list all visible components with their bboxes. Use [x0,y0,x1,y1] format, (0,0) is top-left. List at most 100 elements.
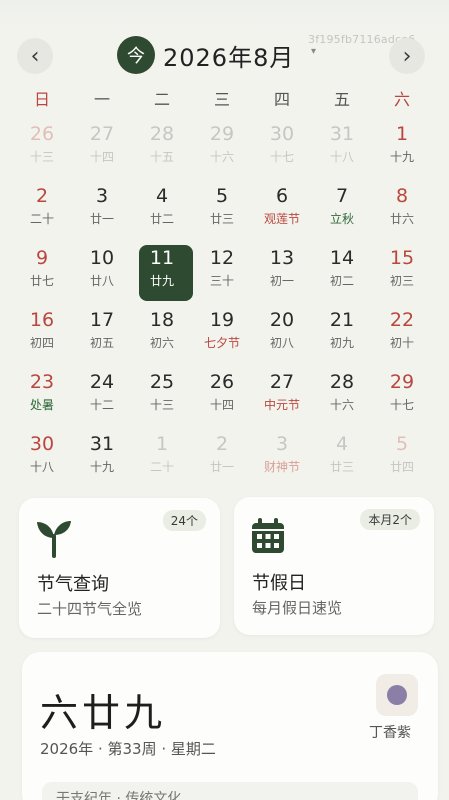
lunar-day-label: 廿二 [149,212,174,226]
day-number: 30 [29,433,55,455]
day-number: 1 [395,123,409,145]
calendar-day[interactable]: 9 廿七 [12,240,72,302]
day-number: 6 [275,185,289,207]
lunar-day-label: 初二 [329,274,354,288]
calendar-day[interactable]: 5 廿三 [192,178,252,240]
today-button[interactable]: 今 [117,36,155,74]
calendar-day[interactable]: 30 十八 [12,426,72,488]
calendar-day[interactable]: 3 财神节 [252,426,312,488]
calendar-day[interactable]: 21 初九 [312,302,372,364]
calendar-day[interactable]: 29 十七 [372,364,432,426]
calendar-day[interactable]: 6 观莲节 [252,178,312,240]
calendar-day[interactable]: 1 二十 [132,426,192,488]
daily-color-swatch[interactable] [376,674,418,716]
lunar-day-label: 廿三 [329,460,354,474]
calendar-day[interactable]: 31 十九 [72,426,132,488]
lunar-day-label: 三十 [209,274,234,288]
calendar-day[interactable]: 3 廿一 [72,178,132,240]
calendar-day[interactable]: 23 处暑 [12,364,72,426]
day-number: 2 [35,185,49,207]
day-number: 19 [209,309,235,331]
calendar-day[interactable]: 17 初五 [72,302,132,364]
day-number: 20 [269,309,295,331]
daily-color-name: 丁香紫 [369,725,411,741]
calendar-day[interactable]: 22 初十 [372,302,432,364]
calendar-day[interactable]: 28 十五 [132,116,192,178]
calendar-day[interactable]: 16 初四 [12,302,72,364]
calendar-day-selected[interactable]: 11 廿九 [132,240,193,302]
calendar-day[interactable]: 24 十二 [72,364,132,426]
calendar-day[interactable]: 25 十三 [132,364,192,426]
day-number: 1 [155,433,169,455]
day-number: 2 [215,433,229,455]
lunar-day-label: 二十 [149,460,174,474]
calendar-day[interactable]: 13 初一 [252,240,312,302]
lunar-day-label: 初五 [89,336,114,350]
calendar-day[interactable]: 4 廿二 [132,178,192,240]
lunar-day-label: 立秋 [329,212,354,226]
weekday-label: 日 [33,90,50,109]
calendar-day[interactable]: 2 廿一 [192,426,252,488]
calendar-day[interactable]: 15 初三 [372,240,432,302]
lunar-day-label: 初八 [269,336,294,350]
chevron-down-icon[interactable]: ▾ [311,46,316,57]
lunar-day-label: 二十 [29,212,54,226]
lunar-day-label: 十三 [29,150,54,164]
calendar-day[interactable]: 27 十四 [72,116,132,178]
lunar-day-label: 十七 [389,398,414,412]
day-number: 5 [215,185,229,207]
calendar-day[interactable]: 7 立秋 [312,178,372,240]
lunar-day-label: 十七 [269,150,294,164]
lunar-day-label: 初一 [269,274,294,288]
calendar-day[interactable]: 2 二十 [12,178,72,240]
calendar-day[interactable]: 31 十八 [312,116,372,178]
calendar-day[interactable]: 18 初六 [132,302,192,364]
lunar-day-label: 处暑 [29,398,54,412]
weekday-label: 一 [93,90,110,109]
day-number: 30 [269,123,295,145]
calendar-day[interactable]: 29 十六 [192,116,252,178]
lunar-day-label: 十六 [209,150,234,164]
calendar-day[interactable]: 8 廿六 [372,178,432,240]
calendar-day[interactable]: 30 十七 [252,116,312,178]
chevron-left-icon: ‹ [30,43,40,69]
culture-section[interactable]: 干支纪年 · 传统文化 [42,782,418,800]
calendar-day[interactable]: 5 廿四 [372,426,432,488]
day-number: 29 [209,123,235,145]
solar-terms-title: 节气查询 [37,574,109,595]
lunar-day-label: 廿一 [89,212,114,226]
weekday-header: 日 一 二 三 四 五 六 [12,86,432,110]
lunar-day-label: 十三 [149,398,174,412]
calendar-day[interactable]: 19 七夕节 [192,302,252,364]
calendar-day[interactable]: 26 十三 [12,116,72,178]
holidays-card[interactable]: 本月2个 节假日 每月假日速览 [234,497,434,635]
calendar-day[interactable]: 1 十九 [372,116,432,178]
next-month-button[interactable]: › [389,38,425,74]
month-title[interactable]: 2026年8月 [163,38,294,73]
weekday-label: 三 [213,90,230,109]
lunar-day-label: 十八 [329,150,354,164]
solar-terms-card[interactable]: 24个 节气查询 二十四节气全览 [19,498,220,638]
color-dot-icon [387,685,407,705]
calendar-day[interactable]: 4 廿三 [312,426,372,488]
day-number: 3 [95,185,109,207]
calendar-day[interactable]: 12 三十 [192,240,252,302]
day-number: 7 [335,185,349,207]
date-detail-card[interactable]: 六廿九 2026年 · 第33周 · 星期二 丁香紫 干支纪年 · 传统文化 [22,652,438,800]
lunar-day-label: 十六 [329,398,354,412]
lunar-day-label: 廿四 [389,460,414,474]
calendar-grid: 26 十三 27 十四 28 十五 29 十六 30 十七 31 十八 1 十九 2 二十 3 廿一 4 廿二 5 廿三 6… [12,116,432,488]
day-number: 23 [29,371,55,393]
calendar-day[interactable]: 28 十六 [312,364,372,426]
calendar-icon [250,517,286,559]
calendar-day[interactable]: 20 初八 [252,302,312,364]
day-number: 31 [329,123,355,145]
lunar-day-label: 廿六 [389,212,414,226]
calendar-day[interactable]: 26 十四 [192,364,252,426]
day-number: 18 [149,309,175,331]
calendar-day[interactable]: 27 中元节 [252,364,312,426]
calendar-day[interactable]: 14 初二 [312,240,372,302]
day-number: 29 [389,371,415,393]
prev-month-button[interactable]: ‹ [17,38,53,74]
calendar-day[interactable]: 10 廿八 [72,240,132,302]
